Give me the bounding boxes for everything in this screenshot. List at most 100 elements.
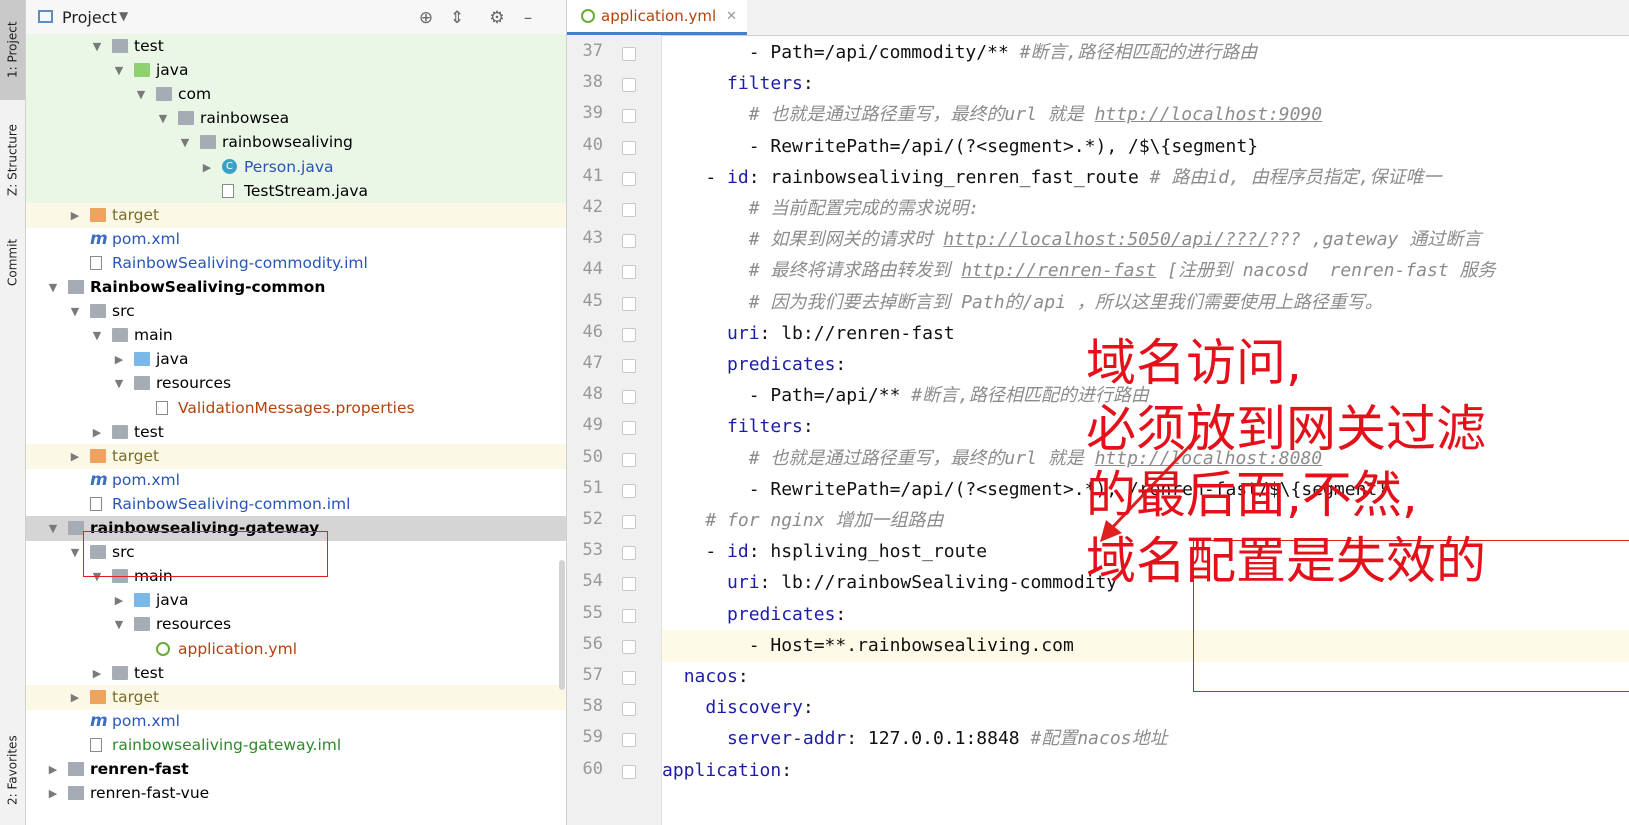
tree-item[interactable]: ▶ java xyxy=(26,347,566,372)
tree-item[interactable]: ▶ C Person.java xyxy=(26,154,566,180)
tool-tab-structure[interactable]: Z: Structure xyxy=(0,110,25,210)
fold-marker-icon[interactable] xyxy=(622,234,636,249)
tree-item[interactable]: ▶ renren-fast-vue xyxy=(26,781,566,806)
tree-item[interactable]: rainbowsealiving-gateway.iml xyxy=(26,733,566,758)
minimize-icon[interactable]: – xyxy=(517,7,539,29)
fold-marker-icon[interactable] xyxy=(622,733,636,748)
expand-arrow-icon[interactable]: ▼ xyxy=(112,58,126,83)
tree-item[interactable]: ▼ src xyxy=(26,299,566,324)
fold-marker-icon[interactable] xyxy=(622,546,636,561)
fold-marker-icon[interactable] xyxy=(622,577,636,592)
fold-marker-icon[interactable] xyxy=(622,171,636,186)
code-line[interactable]: # 也就是通过路径重写，最终的url 就是 http://localhost:9… xyxy=(662,99,1629,131)
tree-item[interactable]: ▼ resources xyxy=(26,612,566,637)
expand-arrow-icon[interactable]: ▼ xyxy=(68,299,82,324)
code-line[interactable]: filters: xyxy=(662,68,1629,100)
fold-marker-icon[interactable] xyxy=(622,140,636,155)
fold-marker-icon[interactable] xyxy=(622,296,636,311)
expand-arrow-icon[interactable]: ▼ xyxy=(68,540,82,565)
project-scrollbar[interactable] xyxy=(559,560,565,690)
tree-item[interactable]: RainbowSealiving-commodity.iml xyxy=(26,251,566,276)
tree-item[interactable]: RainbowSealiving-common.iml xyxy=(26,492,566,517)
tree-item[interactable]: ▼ rainbowsealiving xyxy=(26,130,566,156)
fold-marker-icon[interactable] xyxy=(622,78,636,93)
tree-item[interactable]: ▶ target xyxy=(26,443,566,469)
collapse-arrow-icon[interactable]: ▶ xyxy=(68,685,82,710)
fold-marker-icon[interactable] xyxy=(622,109,636,124)
tree-item[interactable]: ▶ renren-fast xyxy=(26,757,566,782)
expand-arrow-icon[interactable]: ▼ xyxy=(112,371,126,396)
fold-marker-icon[interactable] xyxy=(622,483,636,498)
collapse-arrow-icon[interactable]: ▶ xyxy=(90,420,104,445)
fold-marker-icon[interactable] xyxy=(622,608,636,623)
fold-marker-icon[interactable] xyxy=(622,702,636,717)
tool-tab-project[interactable]: 1: Project xyxy=(0,0,25,100)
fold-marker-icon[interactable] xyxy=(622,452,636,467)
fold-marker-icon[interactable] xyxy=(622,203,636,217)
tree-item[interactable]: m pom.xml xyxy=(26,227,566,252)
gear-icon[interactable]: ⚙ xyxy=(486,7,508,29)
fold-marker-icon[interactable] xyxy=(622,639,636,654)
code-line[interactable]: # 最终将请求路由转发到 http://renren-fast [注册到 nac… xyxy=(662,255,1629,287)
tree-item[interactable]: TestStream.java xyxy=(26,178,566,204)
fold-marker-icon[interactable] xyxy=(622,265,636,280)
tree-item[interactable]: ▼ com xyxy=(26,82,566,108)
fold-marker-icon[interactable] xyxy=(622,764,636,779)
tree-item[interactable]: ▼ main xyxy=(26,323,566,348)
tool-tab-commit[interactable]: Commit xyxy=(0,225,25,300)
code-line[interactable]: server-addr: 127.0.0.1:8848 #配置nacos地址 xyxy=(662,723,1629,755)
tree-item[interactable]: ▶ test xyxy=(26,420,566,445)
code-line[interactable]: - id: rainbowsealiving_renren_fast_route… xyxy=(662,162,1629,194)
code-line[interactable]: # 因为我们要去掉断言到 Path的/api ，所以这里我们需要使用上路径重写。 xyxy=(662,287,1629,319)
tree-item[interactable]: ▼ java xyxy=(26,58,566,84)
collapse-arrow-icon[interactable]: ▶ xyxy=(112,588,126,613)
expand-arrow-icon[interactable]: ▼ xyxy=(156,106,170,131)
tree-item[interactable]: ValidationMessages.properties xyxy=(26,396,566,421)
fold-marker-icon[interactable] xyxy=(622,359,636,373)
code-line[interactable]: - RewritePath=/api/(?<segment>.*), /$\{s… xyxy=(662,131,1629,163)
fold-marker-icon[interactable] xyxy=(622,421,636,436)
tree-item[interactable]: ▶ test xyxy=(26,661,566,686)
fold-marker-icon[interactable] xyxy=(622,671,636,685)
fold-marker-icon[interactable] xyxy=(622,390,636,405)
expand-arrow-icon[interactable]: ▼ xyxy=(90,34,104,59)
locate-icon[interactable]: ⊕ xyxy=(415,7,437,29)
collapse-arrow-icon[interactable]: ▶ xyxy=(46,757,60,782)
tree-item[interactable]: m pom.xml xyxy=(26,709,566,734)
collapse-arrow-icon[interactable]: ▶ xyxy=(90,661,104,686)
expand-arrow-icon[interactable]: ▼ xyxy=(46,516,60,541)
tree-item[interactable]: ▶ target xyxy=(26,202,566,228)
tree-item[interactable]: ▶ java xyxy=(26,588,566,613)
project-panel-title[interactable]: Project xyxy=(62,8,117,27)
collapse-arrow-icon[interactable]: ▶ xyxy=(112,347,126,372)
close-icon[interactable]: ✕ xyxy=(726,0,737,33)
chevron-down-icon[interactable]: ▼ xyxy=(119,9,128,23)
tree-item[interactable]: m pom.xml xyxy=(26,468,566,493)
collapse-all-icon[interactable]: ⇕ xyxy=(446,7,468,29)
expand-arrow-icon[interactable]: ▼ xyxy=(112,612,126,637)
expand-arrow-icon[interactable]: ▼ xyxy=(134,82,148,107)
code-line[interactable]: discovery: xyxy=(662,692,1629,724)
collapse-arrow-icon[interactable]: ▶ xyxy=(46,781,60,806)
tool-tab-favorites[interactable]: 2: Favorites xyxy=(0,720,25,820)
tree-item[interactable]: ▼ RainbowSealiving-common xyxy=(26,275,566,300)
tab-application-yml[interactable]: application.yml ✕ xyxy=(567,0,748,35)
tree-item[interactable]: ▼ test xyxy=(26,34,566,59)
code-line[interactable]: # 如果到网关的请求时 http://localhost:5050/api/??… xyxy=(662,224,1629,256)
expand-arrow-icon[interactable]: ▼ xyxy=(178,130,192,155)
fold-marker-icon[interactable] xyxy=(622,515,636,529)
code-line[interactable]: application: xyxy=(662,755,1629,787)
expand-arrow-icon[interactable]: ▼ xyxy=(46,275,60,300)
collapse-arrow-icon[interactable]: ▶ xyxy=(68,444,82,469)
tree-item[interactable]: ▶ target xyxy=(26,684,566,710)
fold-marker-icon[interactable] xyxy=(622,47,636,61)
tree-item[interactable]: ▼ rainbowsea xyxy=(26,106,566,132)
code-line[interactable]: # 当前配置完成的需求说明: xyxy=(662,193,1629,225)
fold-marker-icon[interactable] xyxy=(622,327,636,342)
code-line[interactable]: - Path=/api/commodity/** #断言,路径相匹配的进行路由 xyxy=(662,37,1629,69)
collapse-arrow-icon[interactable]: ▶ xyxy=(68,203,82,228)
expand-arrow-icon[interactable]: ▼ xyxy=(90,323,104,348)
collapse-arrow-icon[interactable]: ▶ xyxy=(200,155,214,180)
tree-item[interactable]: ▼ resources xyxy=(26,371,566,396)
tree-item[interactable]: application.yml xyxy=(26,637,566,662)
